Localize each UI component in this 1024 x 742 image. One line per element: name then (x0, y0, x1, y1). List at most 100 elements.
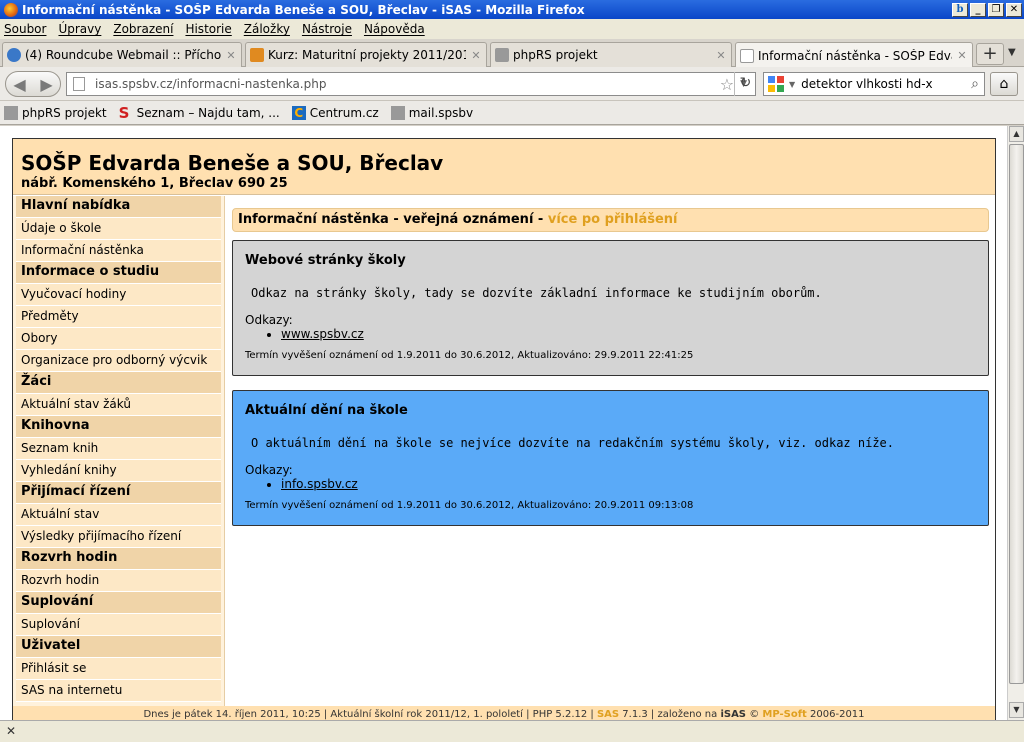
notice-web-pages: Webové stránky školy Odkaz na stránky šk… (232, 240, 989, 376)
main-content: Informační nástěnka - veřejná oznámení -… (232, 196, 989, 526)
menu-napoveda[interactable]: Nápověda (364, 22, 425, 36)
bookmark-seznam[interactable]: S Seznam – Najdu tam, ... (118, 103, 280, 122)
sidebar-item[interactable]: Předměty (16, 306, 221, 328)
back-forward-buttons[interactable]: ◀ ▶ (5, 71, 61, 97)
search-icon[interactable]: ⌕ (971, 76, 979, 92)
scroll-down-icon[interactable]: ▼ (1009, 702, 1024, 718)
isas-page: SOŠP Edvarda Beneše a SOU, Břeclav nábř.… (12, 138, 996, 720)
close-icon[interactable]: ✕ (956, 49, 968, 62)
sidebar-item[interactable]: Vyhledání knihy (16, 460, 221, 482)
sidebar-section-header: Přijímací řízení (16, 482, 221, 504)
tab-bar: (4) Roundcube Webmail :: Příchozí pošta … (0, 39, 1024, 68)
sidebar-section-header: Suplování (16, 592, 221, 614)
close-icon[interactable]: ✕ (715, 49, 727, 62)
sidebar-item[interactable]: Vyučovací hodiny (16, 284, 221, 306)
window-title: Informační nástěnka - SOŠP Edvarda Beneš… (22, 2, 585, 17)
bookmark-centrum[interactable]: C Centrum.cz (291, 105, 379, 120)
sidebar-section-header: Žáci (16, 372, 221, 394)
notice-title: Webové stránky školy (245, 253, 406, 268)
close-icon[interactable]: ✕ (225, 49, 237, 62)
sas-link[interactable]: SAS (597, 709, 619, 720)
page-title: Informační nástěnka - veřejná oznámení -… (232, 208, 989, 232)
phprs-icon (4, 105, 18, 120)
search-input[interactable]: detektor vlhkosti hd-x (801, 77, 971, 91)
tab-roundcube[interactable]: (4) Roundcube Webmail :: Příchozí pošta … (2, 42, 242, 67)
mail-icon (390, 105, 405, 120)
forward-arrow-icon[interactable]: ▶ (40, 75, 52, 94)
page-viewport: SOŠP Edvarda Beneše a SOU, Břeclav nábř.… (0, 126, 1007, 720)
mp-soft-link[interactable]: MP-Soft (762, 709, 806, 720)
site-header: SOŠP Edvarda Beneše a SOU, Břeclav nábř.… (13, 139, 995, 195)
sidebar-item[interactable]: SAS na internetu (16, 680, 221, 702)
menu-historie[interactable]: Historie (185, 22, 231, 36)
url-text[interactable]: isas.spsbv.cz/informacni-nastenka.php (95, 77, 720, 91)
scroll-up-icon[interactable]: ▲ (1009, 126, 1024, 142)
sidebar-item[interactable]: Aktuální stav (16, 504, 221, 526)
more-after-login-link[interactable]: více po přihlášení (548, 212, 678, 227)
sidebar-section-header: Hlavní nabídka (16, 196, 221, 218)
sidebar-item[interactable]: Informační nástěnka (16, 240, 221, 262)
sidebar-item[interactable]: Výsledky přijímacího řízení (16, 526, 221, 548)
sidebar-menu: Hlavní nabídka Údaje o škole Informační ná… (13, 196, 225, 706)
tab-list-icon[interactable]: ▼ (1008, 47, 1016, 58)
window-titlebar: Informační nástěnka - SOŠP Edvarda Beneš… (0, 0, 1024, 19)
close-addon-bar-icon[interactable]: ✕ (6, 724, 16, 738)
close-icon[interactable]: ✕ (470, 49, 482, 62)
sidebar-item[interactable]: Seznam knih (16, 438, 221, 460)
notice-body: Odkaz na stránky školy, tady se dozvíte … (251, 286, 822, 300)
restore-button[interactable]: ❐ (988, 2, 1004, 17)
sidebar-item[interactable]: Suplování (16, 614, 221, 636)
menu-upravy[interactable]: Úpravy (58, 22, 101, 36)
close-window-button[interactable]: ✕ (1006, 2, 1022, 17)
bookmark-mail-spsbv[interactable]: mail.spsbv (390, 105, 473, 120)
menu-bar: Soubor Úpravy Zobrazení Historie Záložky… (0, 19, 1024, 39)
sidebar-item[interactable]: Přihlásit se (16, 658, 221, 680)
bookmark-star-icon[interactable]: ☆ (720, 75, 734, 94)
seznam-icon: S (118, 103, 130, 122)
page-icon (740, 48, 754, 63)
notice-body: O aktuálním dění na škole se nejvíce doz… (251, 436, 894, 450)
notice-title: Aktuální dění na škole (245, 403, 408, 418)
menu-zobrazeni[interactable]: Zobrazení (113, 22, 173, 36)
minimize-button[interactable]: _ (970, 2, 986, 17)
tab-phprs[interactable]: phpRS projekt ✕ (490, 42, 732, 67)
page-footer: Dnes je pátek 14. říjen 2011, 10:25 | Ak… (13, 706, 995, 720)
notice-meta: Termín vyvěšení oznámení od 1.9.2011 do … (245, 500, 694, 511)
bookmark-phprs[interactable]: phpRS projekt (4, 105, 107, 120)
search-bar[interactable]: ▼ detektor vlhkosti hd-x ⌕ (763, 72, 985, 96)
roundcube-icon (7, 48, 21, 62)
search-engine-dropdown-icon[interactable]: ▼ (789, 80, 795, 89)
google-icon[interactable] (767, 75, 787, 93)
bing-icon[interactable]: b (952, 2, 968, 17)
url-bar[interactable]: isas.spsbv.cz/informacni-nastenka.php ☆ … (66, 72, 756, 96)
reload-icon[interactable]: ↻ (734, 72, 756, 96)
sidebar-item[interactable]: Obory (16, 328, 221, 350)
tab-moodle[interactable]: Kurz: Maturitní projekty 2011/2012 ✕ (245, 42, 487, 67)
sidebar-section-header: Uživatel (16, 636, 221, 658)
tab-isas[interactable]: Informační nástěnka - SOŠP Edvarda Be...… (735, 42, 973, 68)
notice-meta: Termín vyvěšení oznámení od 1.9.2011 do … (245, 350, 694, 361)
link-info-spsbv[interactable]: info.spsbv.cz (281, 477, 358, 491)
home-button[interactable]: ⌂ (990, 72, 1018, 96)
menu-zalozky[interactable]: Záložky (244, 22, 290, 36)
links-label: Odkazy: (245, 313, 293, 327)
link-spsbv[interactable]: www.spsbv.cz (281, 327, 364, 341)
menu-soubor[interactable]: Soubor (4, 22, 46, 36)
notice-school-events: Aktuální dění na škole O aktuálním dění … (232, 390, 989, 526)
bookmarks-bar: phpRS projekt S Seznam – Najdu tam, ... … (0, 101, 1024, 125)
scroll-thumb[interactable] (1009, 144, 1024, 684)
sidebar-item[interactable]: Organizace pro odborný výcvik (16, 350, 221, 372)
back-arrow-icon[interactable]: ◀ (13, 75, 25, 94)
page-icon (73, 77, 85, 91)
sidebar-item[interactable]: Údaje o škole (16, 218, 221, 240)
new-tab-button[interactable]: + (976, 43, 1004, 65)
school-name: SOŠP Edvarda Beneše a SOU, Břeclav (21, 151, 444, 175)
moodle-icon (250, 48, 264, 62)
sidebar-item[interactable]: Rozvrh hodin (16, 570, 221, 592)
school-address: nábř. Komenského 1, Břeclav 690 25 (21, 176, 288, 191)
sidebar-item[interactable]: Aktuální stav žáků (16, 394, 221, 416)
vertical-scrollbar[interactable]: ▲ ▼ (1007, 126, 1024, 720)
centrum-icon: C (291, 105, 306, 120)
sidebar-section-header: Informace o studiu (16, 262, 221, 284)
menu-nastroje[interactable]: Nástroje (302, 22, 352, 36)
